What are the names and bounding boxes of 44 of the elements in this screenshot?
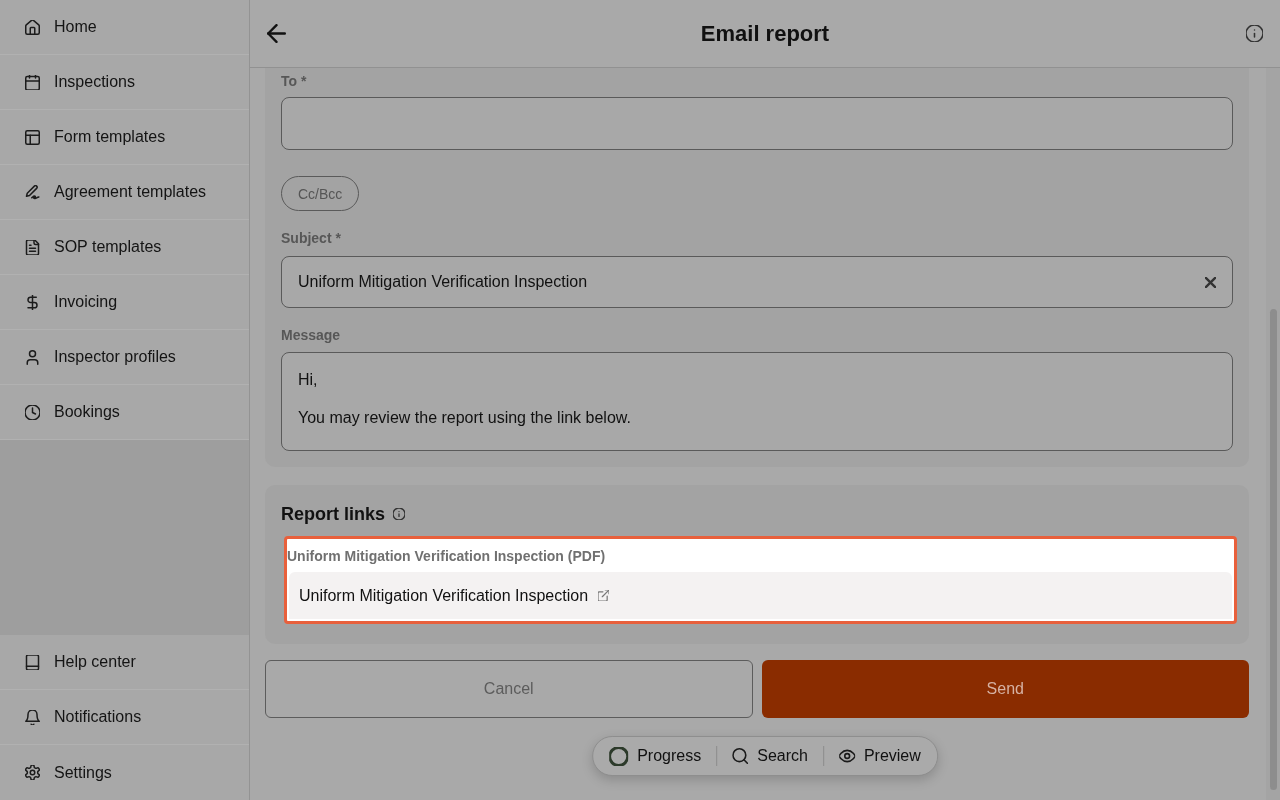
sidebar-item[interactable]: Inspections (0, 55, 249, 110)
send-button[interactable]: Send (761, 660, 1249, 718)
sidebar-item[interactable]: Invoicing (0, 275, 249, 330)
bell-icon (25, 709, 40, 725)
sidebar-item[interactable]: Form templates (0, 110, 249, 165)
page-title: Email report (700, 20, 830, 47)
document-icon (25, 239, 40, 255)
search-icon (732, 748, 749, 764)
sidebar-item[interactable]: Inspector profiles (0, 330, 249, 385)
sidebar-item[interactable]: Settings (0, 745, 249, 800)
sidebar-item[interactable]: Bookings (0, 385, 249, 440)
field-label: Message (281, 326, 341, 344)
sidebar-item[interactable]: Home (0, 0, 249, 55)
sidebar-item[interactable]: SOP templates (0, 220, 249, 275)
subject-field[interactable]: Uniform Mitigation Verification Inspection (281, 256, 1233, 308)
info-icon (393, 508, 406, 520)
layout-icon (25, 129, 40, 145)
toolbar-button[interactable]: Preview (823, 741, 921, 771)
dollar-icon (25, 294, 40, 310)
to-field[interactable] (281, 97, 1233, 150)
toolbar-button[interactable]: Progress (609, 741, 717, 771)
book-icon (25, 654, 40, 670)
info-icon (1246, 25, 1263, 42)
person-icon (25, 349, 40, 365)
settings-icon (25, 765, 40, 780)
message-field[interactable]: Hi, You may review the report using the link below. (281, 352, 1233, 451)
clock-icon (25, 404, 40, 420)
calendar-icon (25, 74, 40, 90)
pen-icon (25, 184, 40, 200)
field-label: To * (281, 72, 307, 90)
report-link[interactable]: Uniform Mitigation Verification Inspection (289, 572, 1232, 619)
sidebar-item[interactable]: Help center (0, 635, 249, 690)
eye-icon (838, 748, 855, 764)
sidebar-item[interactable]: Agreement templates (0, 165, 249, 220)
sidebar-item[interactable]: Notifications (0, 690, 249, 745)
report-label: Uniform Mitigation Verification Inspection (PDF) (287, 546, 606, 566)
clear-icon (1205, 276, 1216, 288)
ring-icon (609, 746, 629, 766)
field-label: Subject * (281, 229, 341, 247)
home-icon (25, 19, 40, 35)
external-link-icon (598, 590, 610, 601)
back-arrow-icon[interactable] (267, 24, 286, 43)
toolbar-button[interactable]: Search (717, 741, 823, 771)
section-title: Report links (281, 503, 386, 525)
